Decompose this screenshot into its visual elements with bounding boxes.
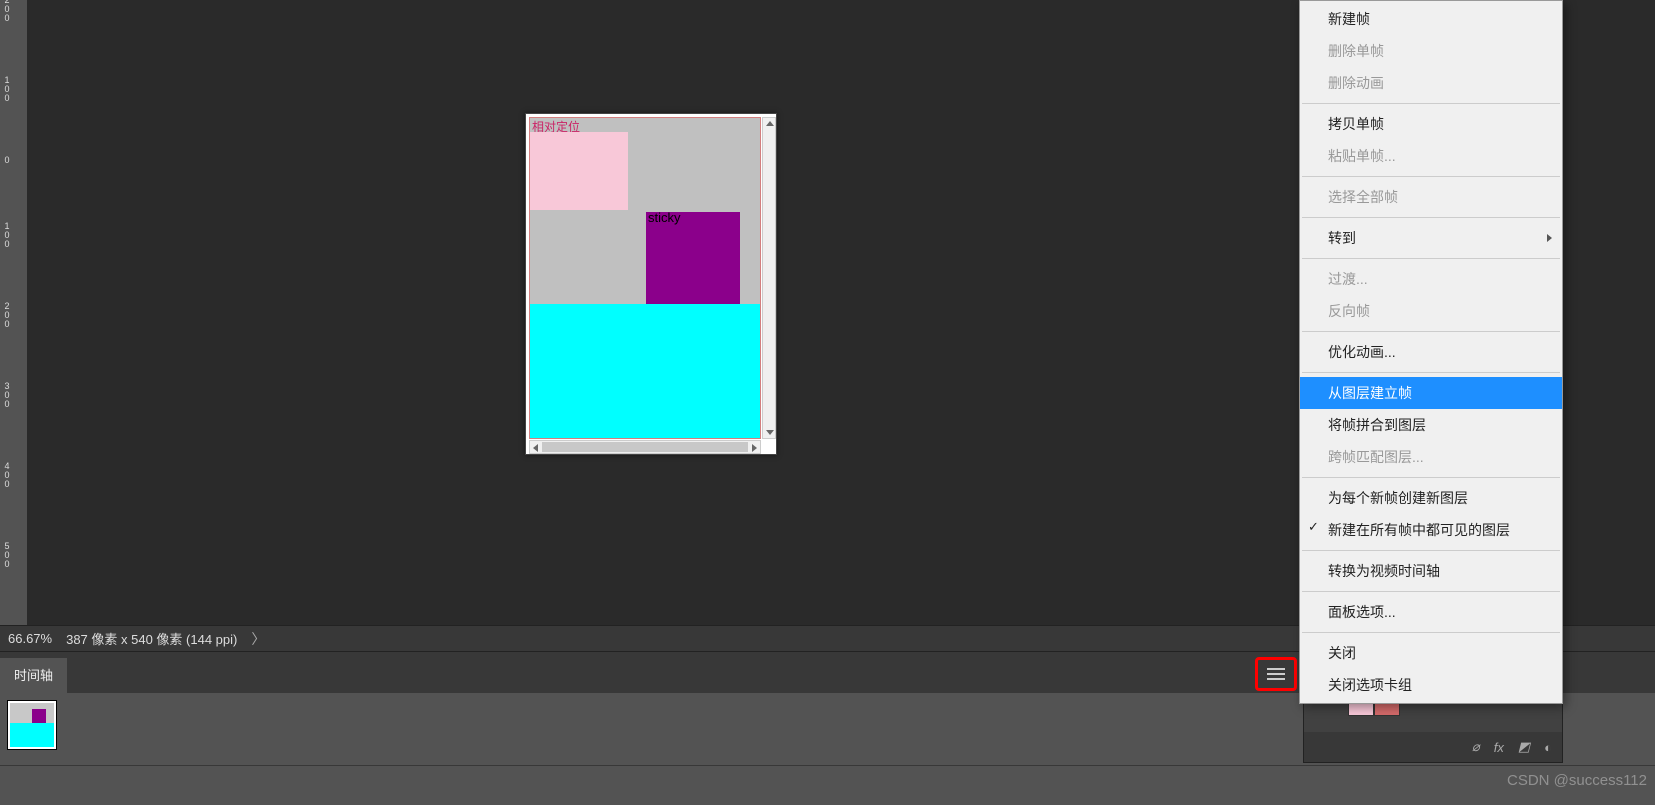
document-preview[interactable]: 相对定位 sticky <box>525 113 777 455</box>
menu-convert-video-timeline[interactable]: 转换为视频时间轴 <box>1300 555 1562 587</box>
timeline-panel-menu: 新建帧 删除单帧 删除动画 拷贝单帧 粘贴单帧... 选择全部帧 转到 过渡..… <box>1299 0 1563 704</box>
app-bottom-bar <box>0 765 1655 805</box>
purple-box: sticky <box>646 212 740 304</box>
ruler-tick: 100 <box>2 222 12 249</box>
menu-close-tab-group[interactable]: 关闭选项卡组 <box>1300 669 1562 701</box>
menu-paste-frame: 粘贴单帧... <box>1300 140 1562 172</box>
sticky-label: sticky <box>648 210 681 225</box>
doc-info: 387 像素 x 540 像素 (144 ppi) <box>66 629 237 648</box>
ruler-tick: 200 <box>2 0 12 23</box>
link-icon[interactable]: ⌀ <box>1472 739 1480 755</box>
zoom-level[interactable]: 66.67% <box>8 631 52 646</box>
menu-match-layer-across-frames: 跨帧匹配图层... <box>1300 441 1562 473</box>
ruler-tick: 100 <box>2 76 12 103</box>
menu-flatten-frames-into-layers[interactable]: 将帧拼合到图层 <box>1300 409 1562 441</box>
menu-separator <box>1302 258 1560 259</box>
chevron-right-icon[interactable]: 〉 <box>251 629 265 649</box>
panel-menu-button-highlight <box>1255 657 1297 691</box>
scrollbar-vertical[interactable] <box>762 117 776 439</box>
menu-separator <box>1302 331 1560 332</box>
document-content: 相对定位 sticky <box>529 117 761 439</box>
scrollbar-horizontal[interactable] <box>529 440 761 454</box>
menu-create-layer-per-frame[interactable]: 为每个新帧创建新图层 <box>1300 482 1562 514</box>
ruler-tick: 400 <box>2 462 12 489</box>
menu-select-all-frames: 选择全部帧 <box>1300 181 1562 213</box>
menu-separator <box>1302 632 1560 633</box>
menu-separator <box>1302 372 1560 373</box>
menu-new-layers-visible-all-frames[interactable]: 新建在所有帧中都可见的图层 <box>1300 514 1562 546</box>
menu-goto[interactable]: 转到 <box>1300 222 1562 254</box>
adjustment-icon[interactable]: ◐ <box>1544 740 1552 755</box>
menu-delete-animation: 删除动画 <box>1300 67 1562 99</box>
menu-tween: 过渡... <box>1300 263 1562 295</box>
frame-thumbnail[interactable]: 1 <box>8 701 56 749</box>
mask-icon[interactable]: ◩ <box>1518 739 1530 755</box>
panel-menu-icon[interactable] <box>1267 668 1285 680</box>
menu-close[interactable]: 关闭 <box>1300 637 1562 669</box>
menu-panel-options[interactable]: 面板选项... <box>1300 596 1562 628</box>
ruler-tick: 500 <box>2 542 12 569</box>
cyan-box <box>530 304 760 438</box>
pink-box <box>530 132 628 210</box>
layers-toolbar: ⌀ fx ◩ ◐ <box>1304 732 1562 762</box>
ruler-tick: 0 <box>2 156 12 165</box>
vertical-ruler: 200 100 0 100 200 300 400 500 <box>0 0 28 625</box>
menu-make-frames-from-layers[interactable]: 从图层建立帧 <box>1300 377 1562 409</box>
menu-separator <box>1302 176 1560 177</box>
fx-icon[interactable]: fx <box>1494 740 1504 755</box>
ruler-tick: 300 <box>2 382 12 409</box>
menu-new-frame[interactable]: 新建帧 <box>1300 3 1562 35</box>
menu-separator <box>1302 550 1560 551</box>
menu-separator <box>1302 217 1560 218</box>
menu-reverse-frames: 反向帧 <box>1300 295 1562 327</box>
timeline-tab[interactable]: 时间轴 <box>0 658 67 694</box>
menu-delete-frame: 删除单帧 <box>1300 35 1562 67</box>
menu-separator <box>1302 591 1560 592</box>
menu-optimize-animation[interactable]: 优化动画... <box>1300 336 1562 368</box>
menu-copy-frame[interactable]: 拷贝单帧 <box>1300 108 1562 140</box>
menu-separator <box>1302 103 1560 104</box>
ruler-tick: 200 <box>2 302 12 329</box>
menu-separator <box>1302 477 1560 478</box>
